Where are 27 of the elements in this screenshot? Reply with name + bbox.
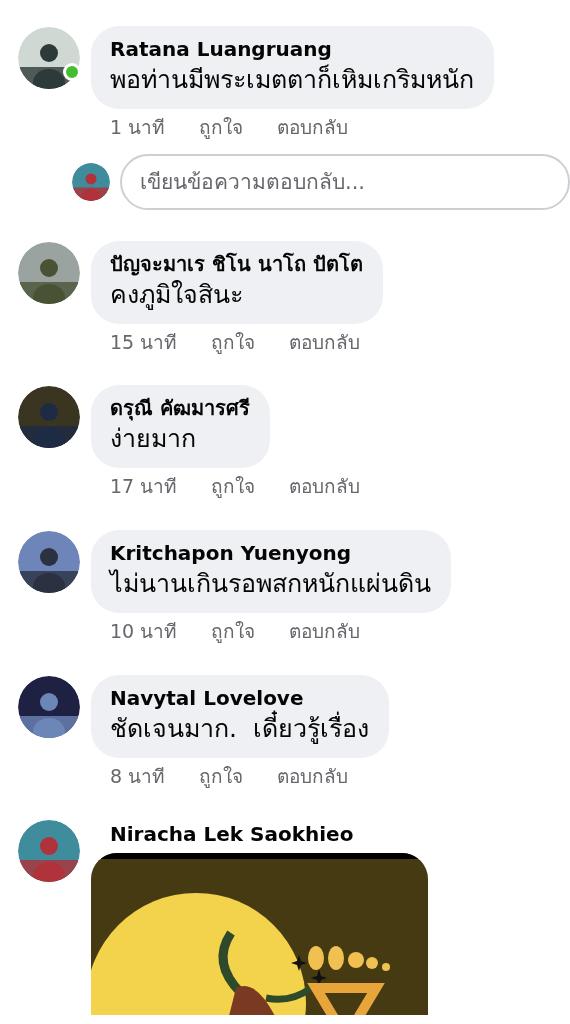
timestamp: 15 นาที xyxy=(110,329,178,355)
reply-input-field[interactable]: เขียนข้อความตอบกลับ... xyxy=(120,153,570,210)
like-link[interactable]: ถูกใจ xyxy=(211,474,256,500)
comment-text: พอท่านมีพระเมตตาก็เหิมเกริมหนัก xyxy=(110,63,474,96)
reply-link[interactable]: ตอบกลับ xyxy=(289,474,361,500)
reply-link[interactable]: ตอบกลับ xyxy=(277,763,349,789)
reply-link[interactable]: ตอบกลับ xyxy=(289,619,361,644)
author-name[interactable]: ปัญจะมาเร ชิโน นาโถ ปัตโต xyxy=(110,250,363,277)
author-name[interactable]: Niracha Lek Saokhieo xyxy=(91,821,428,848)
like-link[interactable]: ถูกใจ xyxy=(199,763,244,789)
reply-link[interactable]: ตอบกลับ xyxy=(277,115,349,140)
author-name[interactable]: Kritchapon Yuenyong xyxy=(110,540,431,567)
author-name[interactable]: Navytal Lovelove xyxy=(110,684,369,711)
like-link[interactable]: ถูกใจ xyxy=(199,115,244,140)
comment-text: คงภูมิใจสินะ xyxy=(110,278,244,312)
timestamp: 17 นาที xyxy=(110,474,178,500)
reply-link[interactable]: ตอบกลับ xyxy=(289,329,361,355)
timestamp: 8 นาที xyxy=(110,763,166,789)
author-name[interactable]: Ratana Luangruang xyxy=(110,36,474,62)
timestamp: 1 นาที xyxy=(110,115,166,140)
author-name[interactable]: ดรุณี คัฒมารศรี xyxy=(110,395,250,422)
like-link[interactable]: ถูกใจ xyxy=(211,329,256,355)
comment-text: ชัดเจนมาก. เดี๋ยวรู้เรื่อง xyxy=(110,710,369,746)
timestamp: 10 นาที xyxy=(110,619,178,644)
like-link[interactable]: ถูกใจ xyxy=(211,619,256,644)
comment-text: ไม่นานเกินรอพสกหนักแผ่นดิน xyxy=(110,568,431,601)
comment-text: ง่ายมาก xyxy=(110,423,197,456)
